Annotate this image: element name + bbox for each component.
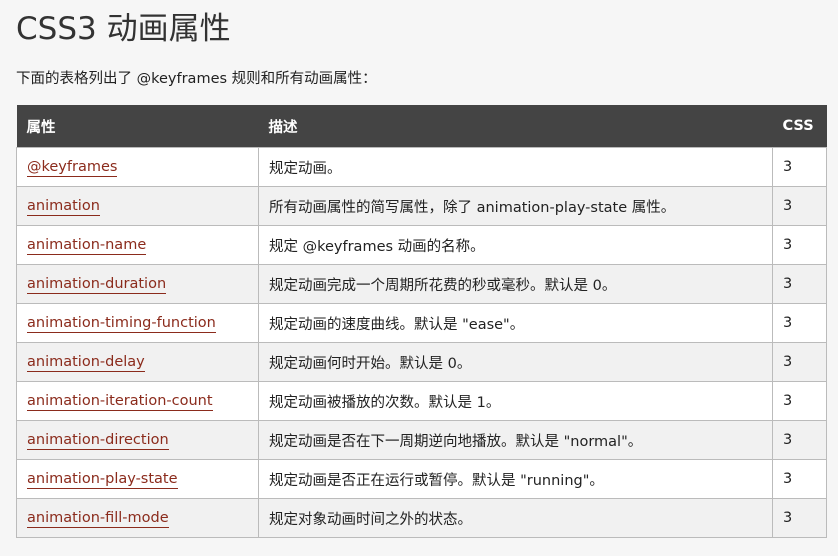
css-version-cell: 3 <box>772 264 827 304</box>
intro-text: 下面的表格列出了 @keyframes 规则和所有动画属性： <box>16 71 377 87</box>
property-link[interactable]: @keyframes <box>27 159 118 177</box>
property-cell: animation-play-state <box>16 459 259 499</box>
description-cell: 规定动画是否在下一周期逆向地播放。默认是 "normal"。 <box>258 420 773 460</box>
table-row: @keyframes 规定动画。 3 <box>16 147 827 187</box>
description-cell: 规定动画的速度曲线。默认是 "ease"。 <box>258 303 773 343</box>
property-link[interactable]: animation-direction <box>27 432 169 450</box>
table-body: @keyframes 规定动画。 3 animation 所有动画属性的简写属性… <box>16 147 827 538</box>
property-cell: animation-iteration-count <box>16 381 259 421</box>
css-version-cell: 3 <box>772 147 827 187</box>
description-cell: 规定动画完成一个周期所花费的秒或毫秒。默认是 0。 <box>258 264 773 304</box>
table-header-row: 属性 描述 CSS <box>16 105 827 148</box>
css-version-cell: 3 <box>772 225 827 265</box>
property-link[interactable]: animation-iteration-count <box>27 393 213 411</box>
table-row: animation-play-state 规定动画是否正在运行或暂停。默认是 "… <box>16 459 827 499</box>
property-cell: animation-delay <box>16 342 259 382</box>
header-description: 描述 <box>258 105 773 148</box>
property-cell: animation-name <box>16 225 259 265</box>
css-version-cell: 3 <box>772 186 827 226</box>
property-cell: animation-direction <box>16 420 259 460</box>
table-row: animation 所有动画属性的简写属性，除了 animation-play-… <box>16 186 827 226</box>
description-cell: 规定动画是否正在运行或暂停。默认是 "running"。 <box>258 459 773 499</box>
table-row: animation-timing-function 规定动画的速度曲线。默认是 … <box>16 303 827 343</box>
page-title: CSS3 动画属性 <box>16 11 231 47</box>
animation-properties-table: 属性 描述 CSS @keyframes 规定动画。 3 animation 所… <box>16 105 827 538</box>
property-cell: @keyframes <box>16 147 259 187</box>
page: CSS3 动画属性 下面的表格列出了 @keyframes 规则和所有动画属性：… <box>0 0 838 556</box>
property-link[interactable]: animation-duration <box>27 276 167 294</box>
property-link[interactable]: animation <box>27 198 100 216</box>
description-cell: 规定动画。 <box>258 147 773 187</box>
property-link[interactable]: animation-timing-function <box>27 315 216 333</box>
css-version-cell: 3 <box>772 498 827 538</box>
table-row: animation-name 规定 @keyframes 动画的名称。 3 <box>16 225 827 265</box>
property-link[interactable]: animation-fill-mode <box>27 510 169 528</box>
table-row: animation-direction 规定动画是否在下一周期逆向地播放。默认是… <box>16 420 827 460</box>
description-cell: 规定 @keyframes 动画的名称。 <box>258 225 773 265</box>
description-cell: 规定动画何时开始。默认是 0。 <box>258 342 773 382</box>
property-link[interactable]: animation-play-state <box>27 471 178 489</box>
table-row: animation-iteration-count 规定动画被播放的次数。默认是… <box>16 381 827 421</box>
header-property: 属性 <box>16 105 259 148</box>
description-cell: 所有动画属性的简写属性，除了 animation-play-state 属性。 <box>258 186 773 226</box>
css-version-cell: 3 <box>772 459 827 499</box>
property-cell: animation-fill-mode <box>16 498 259 538</box>
property-cell: animation-duration <box>16 264 259 304</box>
header-css: CSS <box>772 105 827 148</box>
property-link[interactable]: animation-name <box>27 237 147 255</box>
css-version-cell: 3 <box>772 420 827 460</box>
css-version-cell: 3 <box>772 342 827 382</box>
description-cell: 规定动画被播放的次数。默认是 1。 <box>258 381 773 421</box>
table-row: animation-delay 规定动画何时开始。默认是 0。 3 <box>16 342 827 382</box>
table-row: animation-fill-mode 规定对象动画时间之外的状态。 3 <box>16 498 827 538</box>
table-header: 属性 描述 CSS <box>16 105 827 148</box>
description-cell: 规定对象动画时间之外的状态。 <box>258 498 773 538</box>
property-cell: animation <box>16 186 259 226</box>
css-version-cell: 3 <box>772 303 827 343</box>
property-cell: animation-timing-function <box>16 303 259 343</box>
css-version-cell: 3 <box>772 381 827 421</box>
property-link[interactable]: animation-delay <box>27 354 145 372</box>
table-row: animation-duration 规定动画完成一个周期所花费的秒或毫秒。默认… <box>16 264 827 304</box>
